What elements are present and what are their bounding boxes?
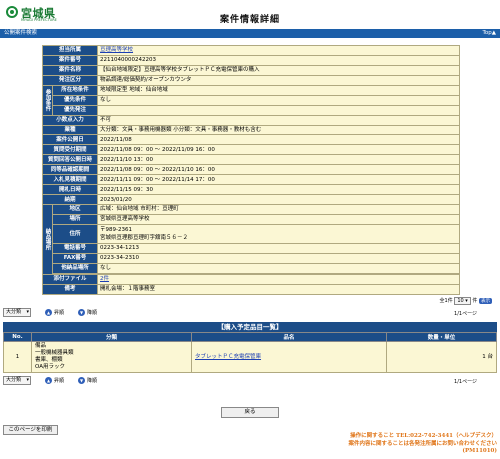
per-page-suffix: 件 — [472, 298, 478, 304]
sort-field-select[interactable]: 大分類 ▾ — [3, 308, 31, 317]
back-button[interactable]: 戻る — [221, 407, 279, 418]
detail-row-jusho: 住所 〒989-2361 宮城県亘理郡亘理町字舘南５６－２ — [43, 223, 460, 244]
detail-row-shitsumon: 質問受付期間 2022/11/08 09：00 〜 2022/11/09 16：0… — [41, 144, 460, 156]
detail-row-shosu: 小数点入力 不可 — [41, 114, 460, 126]
print-page-button[interactable]: このページを印刷 — [3, 425, 58, 435]
detail-row-basho: 場所 宮城県亘理高等学校 — [43, 213, 460, 225]
detail-row-noki: 納期 2023/01/20 — [41, 194, 460, 205]
detail-row-fax: FAX番号 0223-34-2310 — [43, 252, 460, 264]
detail-row-kaito: 質問回答公開日時 2022/11/10 13：00 — [41, 154, 460, 166]
footer-helpdesk: 操作に関すること TEL:022-742-3441（ヘルプデスク） — [350, 433, 497, 439]
ascending-icon: ▲ — [45, 377, 52, 384]
col-suryo: 数量・単位 — [386, 332, 497, 342]
sort-toolbar-top: 大分類 ▾ ▲ 昇順 ▼ 降順 1/1ページ — [3, 308, 497, 318]
ascending-button[interactable]: ▲ 昇順 — [45, 309, 64, 317]
total-count: 全1件 — [439, 298, 453, 304]
detail-row-kaisatsu: 開札日時 2022/11/15 09：30 — [41, 184, 460, 196]
detail-row-dotosho: 同等品確認期間 2022/11/08 09：00 〜 2022/11/10 16：… — [41, 164, 460, 176]
attachment-link[interactable]: 2件 — [100, 276, 109, 282]
purchase-items-title: 【購入予定品目一覧】 — [3, 322, 497, 332]
detail-row-shozai: 参加条件 所在地条件 地域限定型 地域：仙台地域 — [42, 84, 460, 116]
table-row: 1 備品 一般機械器具類 書庫、棚類 OA用ラック タブレットＰＣ充電保管庫 1… — [3, 341, 497, 373]
header: 宮城県 MIYAGI PREFECTURE 案件情報詳細 — [0, 0, 500, 28]
detail-row-kubun: 発注区分 物品調達/総価契約/オープンカウンタ — [41, 74, 460, 86]
detail-row-yusen: 優先条件 なし — [43, 94, 460, 106]
detail-row-yusenhacchu: 優先発注 — [43, 104, 460, 116]
item-name-link[interactable]: タブレットＰＣ充電保管庫 — [195, 354, 261, 360]
descending-icon: ▼ — [78, 309, 85, 316]
list-header-row: No. 分類 品名 数量・単位 — [3, 332, 497, 342]
footer-screen-id: (PM11010) — [462, 448, 497, 454]
detail-row-meisho: 案件名称 【仙台地域限定】亘理高等学校タブレットＰＣ充電保管庫の購入 — [41, 64, 460, 76]
section-title: 公開案件検索 — [4, 30, 38, 36]
ascending-icon: ▲ — [45, 309, 52, 316]
page-indicator-bottom: 1/1ページ — [454, 379, 477, 385]
detail-row-gyoshu: 業種 大分類：文具・事務用機器類 小分類：文具・事務器・教材も含む — [41, 124, 460, 136]
descending-button[interactable]: ▼ 降順 — [78, 309, 97, 317]
case-detail-table: 担当所属 亘理高等学校 案件番号 2211040000242203 案件名称 【仙台地… — [41, 45, 460, 295]
purchase-items-table: No. 分類 品名 数量・単位 1 備品 一般機械器具類 書庫、棚類 OA用ラッ… — [3, 332, 497, 373]
descending-button-bottom[interactable]: ▼ 降順 — [78, 377, 97, 385]
descending-icon: ▼ — [78, 377, 85, 384]
postal-code: 〒989-2361 — [100, 226, 132, 233]
detail-row-tanohin: 他納品場所 なし — [43, 262, 460, 274]
sort-toolbar-bottom: 大分類 ▾ ▲ 昇順 ▼ 降順 1/1ページ — [3, 376, 497, 386]
detail-row-denwa: 電話番号 0223-34-1213 — [43, 242, 460, 254]
delivery-group-label: 納品場所 — [42, 204, 53, 275]
detail-row-tanto: 担当所属 亘理高等学校 — [41, 45, 460, 56]
detail-row-nyusatsu: 入札見積期間 2022/11/11 09：00 〜 2022/11/14 17：0… — [41, 174, 460, 186]
col-bunrui: 分類 — [31, 332, 192, 342]
result-count-row: 全1件 10 ▾ 件 表示 — [440, 297, 492, 305]
dropdown-arrow-icon: ▾ — [26, 309, 29, 315]
section-bar: 公開案件検索 Top▲ — [0, 29, 500, 38]
address-text: 宮城県亘理郡亘理町字舘南５６－２ — [100, 234, 189, 241]
footer-inquiry: 案件内容に関することは各発注所属にお問い合わせください — [348, 440, 497, 447]
up-arrow-icon: ▲ — [491, 30, 496, 36]
page-title: 案件情報詳細 — [219, 15, 280, 25]
detail-row-kokai: 案件公開日 2022/11/08 — [41, 134, 460, 146]
detail-row-chiku: 納品場所 地区 広域：仙台地域 市町村：亘理町 — [42, 204, 460, 275]
top-link[interactable]: Top▲ — [482, 29, 496, 38]
participation-group-label: 参加条件 — [42, 84, 53, 116]
per-page-select[interactable]: 10 ▾ — [454, 297, 471, 305]
detail-row-bango: 案件番号 2211040000242203 — [41, 54, 460, 66]
detail-row-biko: 備考 開札会場：１階事務室 — [41, 283, 460, 295]
col-hinmei: 品名 — [191, 332, 387, 342]
page-indicator-top: 1/1ページ — [454, 311, 477, 317]
ascending-button-bottom[interactable]: ▲ 昇順 — [45, 377, 64, 385]
department-link[interactable]: 亘理高等学校 — [100, 47, 133, 53]
dropdown-arrow-icon: ▾ — [26, 377, 29, 383]
footer-contact: 操作に関すること TEL:022-742-3441（ヘルプデスク） 案件内容に関… — [348, 433, 497, 456]
detail-row-tempu: 添付ファイル 2件 — [41, 273, 460, 285]
sort-field-select-bottom[interactable]: 大分類 ▾ — [3, 376, 31, 385]
display-button[interactable]: 表示 — [479, 298, 492, 304]
col-no: No. — [3, 332, 32, 342]
